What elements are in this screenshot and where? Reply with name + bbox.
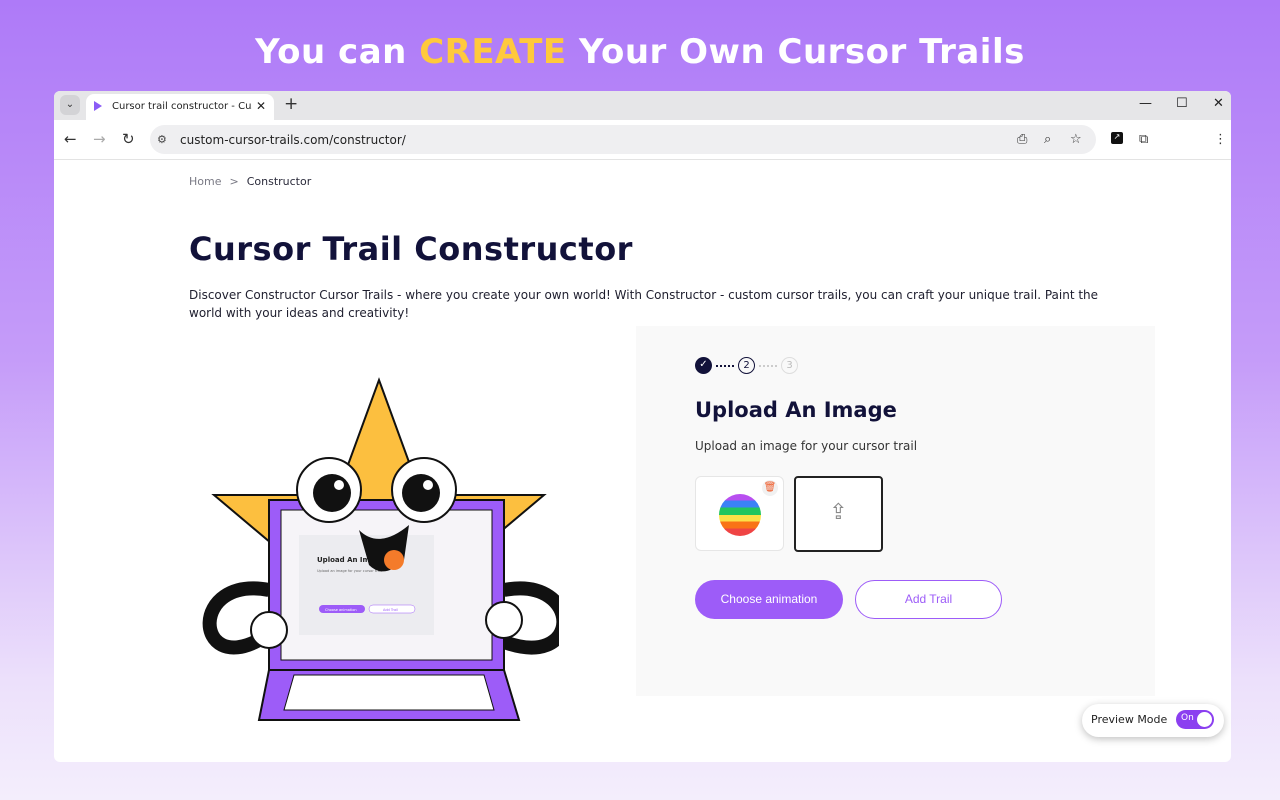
close-window-icon[interactable]: ✕ <box>1213 96 1224 111</box>
preview-mode-label: Preview Mode <box>1091 713 1168 726</box>
step-indicator: ✓ 2 3 <box>695 357 798 374</box>
banner-highlight: CREATE <box>419 32 567 72</box>
maximize-icon[interactable]: ☐ <box>1176 96 1188 111</box>
new-tab-icon[interactable]: + <box>284 94 298 114</box>
preview-mode-toggle[interactable]: On <box>1176 710 1214 729</box>
install-app-icon[interactable]: ⎙ <box>1017 132 1027 147</box>
back-icon[interactable]: ← <box>64 130 77 148</box>
menu-icon[interactable]: ⋮ <box>1214 132 1227 147</box>
breadcrumb: Home > Constructor <box>189 175 311 188</box>
bookmark-star-icon[interactable]: ☆ <box>1070 132 1082 147</box>
extensions-puzzle-icon[interactable]: ⧉ <box>1139 132 1148 147</box>
url-input[interactable]: ⚙ custom-cursor-trails.com/constructor/ <box>150 125 1096 154</box>
screen-button-1: Choose animation <box>325 608 357 612</box>
banner-text: You can <box>255 32 420 72</box>
page-description: Discover Constructor Cursor Trails - whe… <box>189 288 1099 320</box>
extension-icon[interactable]: ↗ <box>1111 132 1123 144</box>
url-text: custom-cursor-trails.com/constructor/ <box>180 133 406 147</box>
favicon-icon <box>94 101 102 111</box>
panel-title: Upload An Image <box>695 398 897 422</box>
step-3-pending: 3 <box>781 357 798 374</box>
minimize-icon[interactable]: — <box>1139 96 1152 111</box>
breadcrumb-home[interactable]: Home <box>189 175 221 188</box>
add-trail-button[interactable]: Add Trail <box>855 580 1002 619</box>
choose-animation-button[interactable]: Choose animation <box>695 580 843 619</box>
promo-banner: You can CREATE Your Own Cursor Trails <box>0 32 1280 72</box>
address-bar-row: ← → ↻ ⚙ custom-cursor-trails.com/construc… <box>54 120 1231 160</box>
panel-subtitle: Upload an image for your cursor trail <box>695 439 918 453</box>
uploaded-image-thumbnail[interactable]: 🗑 <box>695 476 784 551</box>
constructor-panel: ✓ 2 3 Upload An Image Upload an image fo… <box>636 326 1155 696</box>
right-hand <box>485 601 523 639</box>
close-tab-icon[interactable]: ✕ <box>256 99 266 113</box>
rainbow-popit-image <box>719 494 761 536</box>
upload-button[interactable]: ⇪ <box>794 476 883 552</box>
screen-button-2: Add Trail <box>383 608 398 612</box>
star-laptop-illustration: Upload An Image Upload an image for your… <box>202 377 559 721</box>
toggle-knob <box>1197 712 1212 727</box>
breadcrumb-separator: > <box>229 175 239 188</box>
preview-mode-widget: Preview Mode On <box>1082 704 1224 737</box>
step-1-done-check-icon: ✓ <box>695 357 712 374</box>
site-info-icon[interactable]: ⚙ <box>157 133 167 146</box>
breadcrumb-current: Constructor <box>246 175 312 188</box>
toggle-state: On <box>1181 713 1194 723</box>
browser-tab[interactable]: Cursor trail constructor - Custom Cursor… <box>86 94 274 120</box>
screen-subtitle: Upload an image for your cursor trail <box>317 569 382 573</box>
page-title: Cursor Trail Constructor <box>189 230 633 268</box>
left-hand <box>250 611 288 649</box>
tab-search-chevron-icon[interactable]: ⌄ <box>60 95 80 115</box>
browser-window: ⌄ Cursor trail constructor - Custom Curs… <box>54 91 1231 762</box>
tab-bar: ⌄ Cursor trail constructor - Custom Curs… <box>54 91 1231 120</box>
trash-icon[interactable]: 🗑 <box>762 480 778 496</box>
step-2-current: 2 <box>738 357 755 374</box>
upload-icon: ⇪ <box>829 500 848 525</box>
step-connector <box>759 364 777 367</box>
step-connector <box>716 364 734 367</box>
reload-icon[interactable]: ↻ <box>122 130 135 148</box>
zoom-icon[interactable]: ⌕ <box>1044 132 1051 147</box>
tab-title: Cursor trail constructor - Custom Cursor <box>112 101 252 112</box>
page-content: Home > Constructor Cursor Trail Constructo… <box>54 160 1231 762</box>
forward-icon[interactable]: → <box>93 130 106 148</box>
banner-text-end: Your Own Cursor Trails <box>566 32 1025 72</box>
